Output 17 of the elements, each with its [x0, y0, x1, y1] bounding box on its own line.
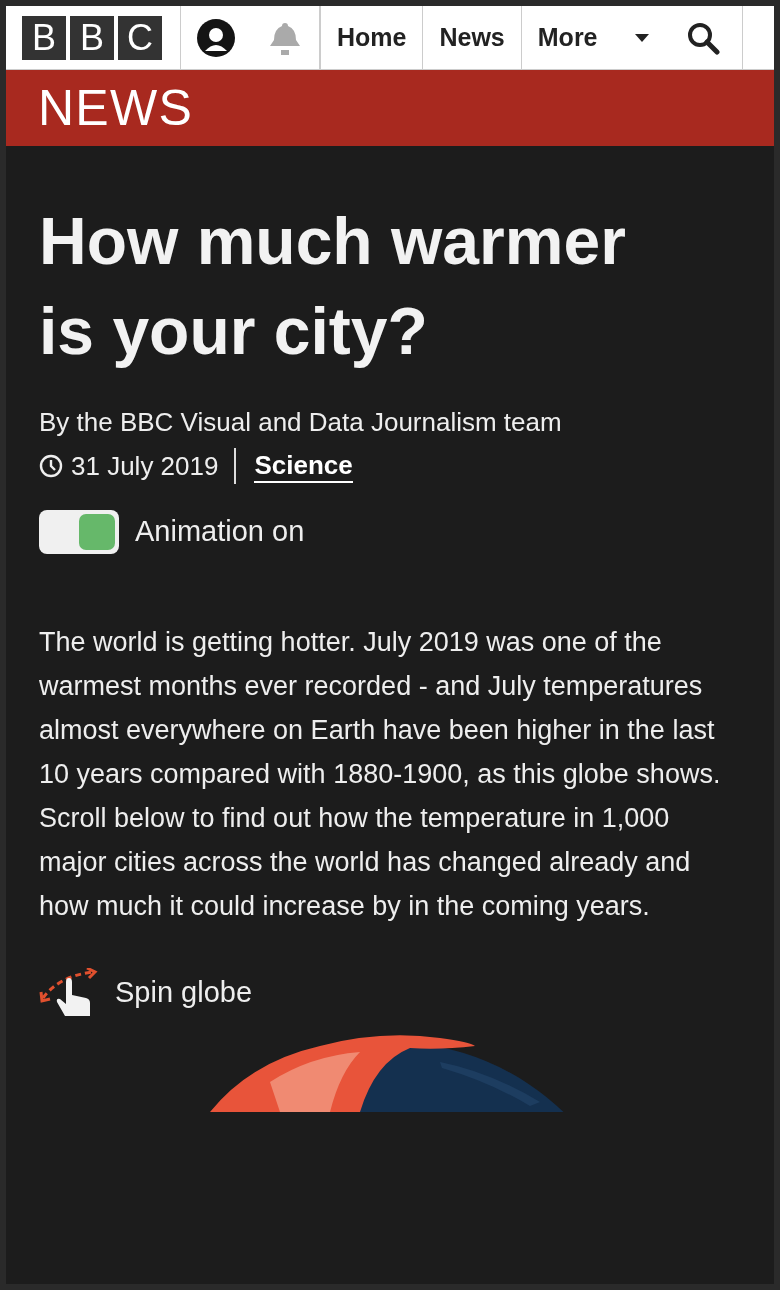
- spin-globe-hint: Spin globe: [115, 975, 253, 1011]
- section-title[interactable]: NEWS: [38, 83, 193, 133]
- publish-date: 31 July 2019: [71, 448, 237, 484]
- nav-link[interactable]: News: [422, 6, 521, 69]
- account-icon[interactable]: [196, 18, 235, 57]
- toggle-label: Animation on: [135, 514, 305, 550]
- intro-paragraph: The world is getting hotter. July 2019 was one of the warmest months ever recorded - and July temperatures almost everywhere on Earth have been higher in the last 10 years compared with 1880-1900, as this globe shows. Scroll below to find out how the temperature in 1,000 major cities across the world has changed already and how much it could increase by in the coming years.: [39, 626, 722, 923]
- search-icon[interactable]: [686, 20, 721, 55]
- clock-icon: [39, 454, 63, 478]
- nav-link[interactable]: Home: [320, 6, 423, 69]
- animation-toggle[interactable]: [39, 510, 119, 554]
- byline: By the BBC Visual and Data Journalism team: [39, 406, 563, 439]
- more-menu-button[interactable]: More: [520, 6, 665, 69]
- topic-link[interactable]: Science: [254, 449, 353, 483]
- caret-icon: [634, 33, 649, 42]
- bbc-logo[interactable]: B B C: [22, 18, 162, 57]
- headline: How much warmer is your city?: [39, 203, 627, 370]
